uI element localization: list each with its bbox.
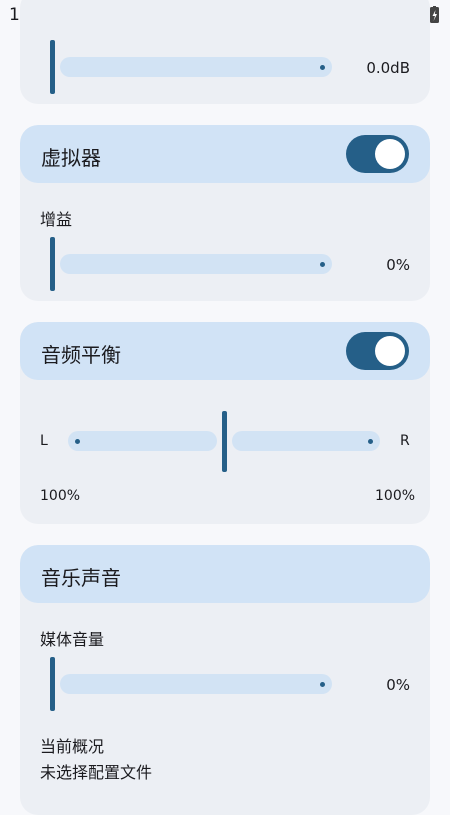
slider-track <box>60 254 332 274</box>
balance-right-label: R <box>400 433 410 449</box>
balance-header: 音频平衡 <box>20 322 430 380</box>
virtualizer-header: 虚拟器 <box>20 125 430 183</box>
slider-thumb[interactable] <box>222 411 227 472</box>
slider-track-left <box>68 431 217 451</box>
media-volume-value: 0% <box>386 676 410 694</box>
gain-label: 增益 <box>40 210 73 229</box>
balance-title: 音频平衡 <box>41 343 121 367</box>
balance-card: 音频平衡 L R 100% 100% <box>20 322 430 524</box>
slider-track <box>60 57 332 77</box>
balance-toggle[interactable] <box>346 332 409 370</box>
media-volume-slider[interactable] <box>48 655 338 713</box>
toggle-knob <box>375 139 405 169</box>
slider-track <box>60 674 332 694</box>
virtualizer-toggle[interactable] <box>346 135 409 173</box>
slider-end-dot <box>320 65 325 70</box>
balance-left-value: 100% <box>40 488 81 504</box>
music-sound-card: 音乐声音 媒体音量 0% 当前概况 未选择配置文件 <box>20 545 430 815</box>
balance-left-label: L <box>40 433 48 449</box>
gain-value: 0% <box>386 256 410 274</box>
virtualizer-title: 虚拟器 <box>41 146 101 170</box>
balance-slider[interactable] <box>68 410 382 474</box>
slider-end-dot <box>320 682 325 687</box>
top-slider-value: 0.0dB <box>366 59 410 77</box>
virtualizer-card: 虚拟器 增益 0% <box>20 125 430 301</box>
slider-start-dot <box>75 439 80 444</box>
music-sound-header: 音乐声音 <box>20 545 430 603</box>
profile-value: 未选择配置文件 <box>40 763 153 782</box>
toggle-knob <box>375 336 405 366</box>
slider-track-right <box>232 431 380 451</box>
balance-right-value: 100% <box>375 488 416 504</box>
music-sound-title: 音乐声音 <box>41 566 121 590</box>
slider-thumb[interactable] <box>50 237 55 291</box>
profile-row[interactable]: 当前概况 未选择配置文件 <box>20 729 430 785</box>
slider-end-dot <box>320 262 325 267</box>
battery-icon <box>430 6 439 23</box>
gain-slider[interactable] <box>48 235 338 293</box>
slider-thumb[interactable] <box>50 657 55 711</box>
slider-thumb[interactable] <box>50 40 55 94</box>
top-slider[interactable] <box>48 38 338 96</box>
media-volume-label: 媒体音量 <box>40 630 105 649</box>
slider-end-dot <box>368 439 373 444</box>
top-card: 0.0dB <box>20 0 430 104</box>
profile-label: 当前概况 <box>40 737 105 756</box>
